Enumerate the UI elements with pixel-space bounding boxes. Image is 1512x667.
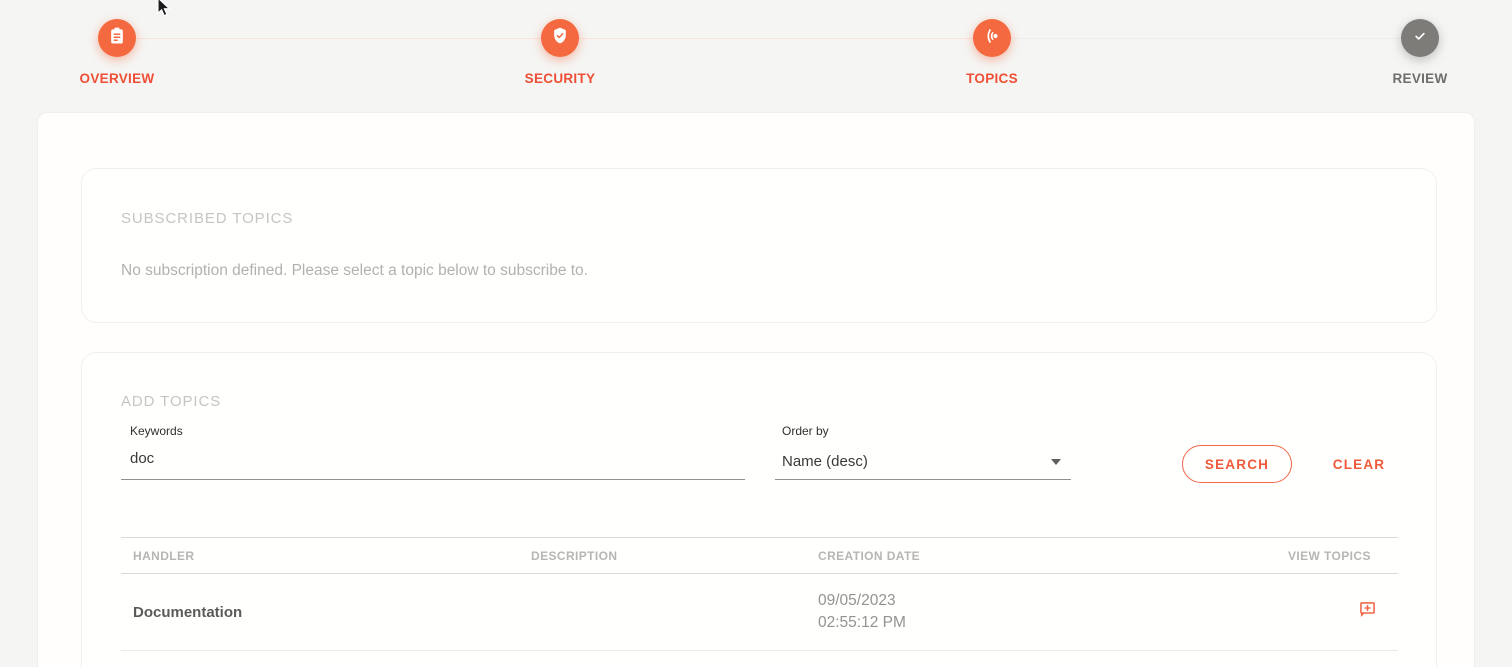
wizard-content-card: SUBSCRIBED TOPICS No subscription define… — [37, 112, 1475, 667]
order-by-selected-value: Name (desc) — [782, 453, 868, 470]
creation-date-line1: 09/05/2023 — [818, 590, 1288, 612]
column-header-view-topics: VIEW TOPICS — [1288, 538, 1398, 574]
topics-table: HANDLER DESCRIPTION CREATION DATE VIEW T… — [121, 537, 1398, 651]
order-by-select[interactable]: Name (desc) — [775, 446, 1071, 480]
wizard-stepper: OVERVIEW SECURITY — [0, 0, 1512, 96]
creation-date-cell: 09/05/2023 02:55:12 PM — [818, 574, 1288, 651]
clear-button[interactable]: CLEAR — [1314, 445, 1404, 483]
creation-date-line2: 02:55:12 PM — [818, 612, 1288, 634]
keywords-input[interactable] — [121, 446, 745, 480]
check-icon — [1410, 26, 1430, 51]
subscribed-topics-empty-message: No subscription defined. Please select a… — [121, 262, 588, 280]
step-topics-label: TOPICS — [966, 71, 1018, 86]
column-header-description: DESCRIPTION — [531, 538, 818, 574]
description-cell — [531, 574, 818, 651]
table-row: Documentation 09/05/2023 02:55:12 PM — [121, 574, 1398, 651]
subscribed-topics-title: SUBSCRIBED TOPICS — [121, 210, 293, 227]
step-security[interactable]: SECURITY — [480, 19, 640, 86]
step-review-circle[interactable] — [1401, 19, 1439, 57]
add-topics-title: ADD TOPICS — [121, 393, 221, 410]
step-review-label: REVIEW — [1392, 71, 1447, 86]
step-overview-label: OVERVIEW — [80, 71, 155, 86]
shield-check-icon — [550, 26, 570, 51]
subscription-wizard-page: OVERVIEW SECURITY — [0, 0, 1512, 667]
step-security-label: SECURITY — [525, 71, 596, 86]
view-topics-button[interactable] — [1356, 599, 1378, 621]
step-security-circle[interactable] — [541, 19, 579, 57]
search-button[interactable]: SEARCH — [1182, 445, 1292, 483]
handler-cell: Documentation — [121, 574, 531, 651]
subscribed-topics-card: SUBSCRIBED TOPICS No subscription define… — [81, 168, 1437, 323]
step-topics[interactable]: TOPICS — [912, 19, 1072, 86]
add-topics-card: ADD TOPICS Keywords Order by Name (desc)… — [81, 352, 1437, 667]
step-topics-circle[interactable] — [973, 19, 1011, 57]
clipboard-icon — [107, 26, 127, 51]
step-overview[interactable]: OVERVIEW — [37, 19, 197, 86]
broadcast-icon — [982, 26, 1002, 51]
view-topics-cell — [1288, 574, 1398, 651]
step-overview-circle[interactable] — [98, 19, 136, 57]
column-header-creation-date: CREATION DATE — [818, 538, 1288, 574]
keywords-label: Keywords — [130, 424, 183, 438]
add-comment-icon — [1357, 608, 1378, 623]
step-review[interactable]: REVIEW — [1340, 19, 1500, 86]
column-header-handler: HANDLER — [121, 538, 531, 574]
order-by-label: Order by — [782, 424, 829, 438]
chevron-down-icon — [1051, 459, 1061, 465]
table-header-row: HANDLER DESCRIPTION CREATION DATE VIEW T… — [121, 538, 1398, 574]
